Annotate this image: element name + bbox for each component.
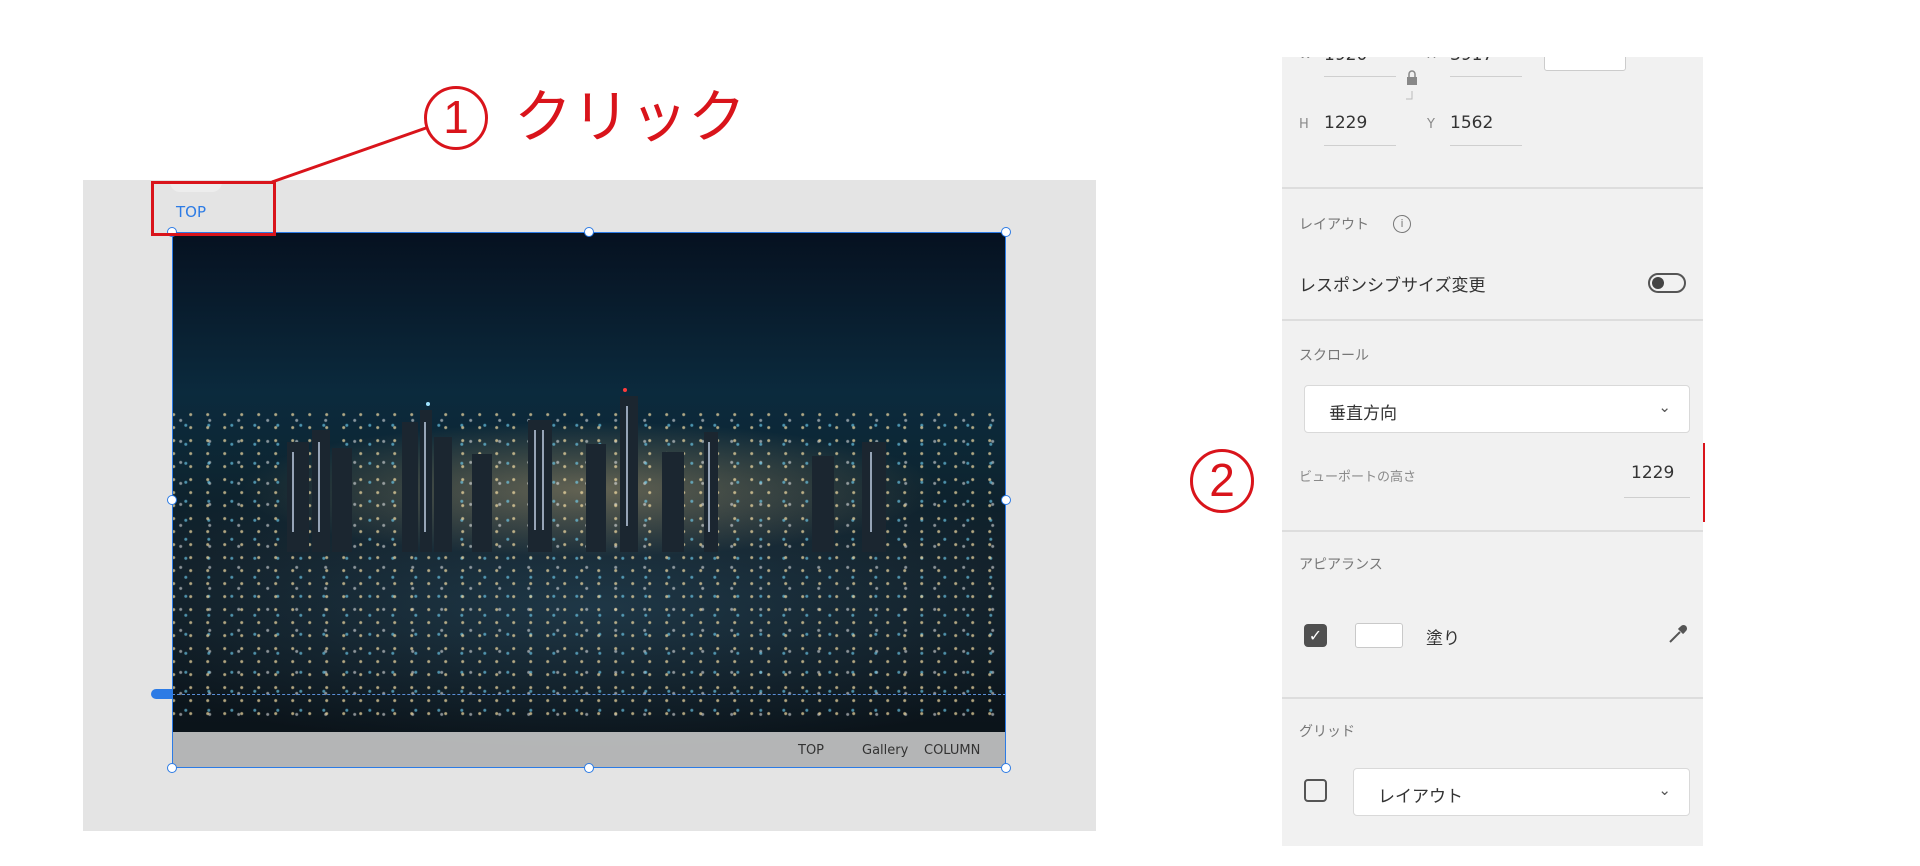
width-underline [1324,76,1396,77]
grid-section-title: グリッド [1299,724,1355,740]
resize-handle-l[interactable] [167,495,177,505]
height-underline [1324,145,1396,146]
x-value[interactable]: 3917 [1450,57,1493,65]
fill-color-swatch[interactable] [1355,623,1403,648]
height-label: H [1299,117,1309,132]
scroll-direction-value: 垂直方向 [1329,404,1397,424]
toggle-knob [1652,277,1664,289]
selection-outline [172,232,1006,768]
transform-buttons[interactable] [1544,57,1626,71]
responsive-resize-label: レスポンシブサイズ変更 [1299,276,1486,296]
chevron-down-icon: ⌄ [1658,398,1671,416]
eyedropper-icon[interactable] [1666,622,1690,646]
width-label: W [1299,57,1312,62]
viewport-height-underline [1624,497,1690,498]
resize-handle-br[interactable] [1001,763,1011,773]
annotation-step2-number: 2 [1190,449,1254,513]
info-icon[interactable]: i [1393,215,1411,233]
annotation-leader-line [271,126,427,184]
responsive-resize-toggle[interactable] [1648,273,1686,293]
scroll-marker-handle[interactable] [151,689,173,699]
lock-icon[interactable] [1402,67,1422,107]
divider [1282,530,1703,532]
fill-label: 塗り [1426,629,1460,649]
appearance-section-title: アピアランス [1299,557,1383,573]
divider [1282,697,1703,699]
y-value[interactable]: 1562 [1450,113,1493,133]
divider [1282,187,1703,189]
annotation-box-step1 [151,181,276,236]
checkmark-icon: ✓ [1308,626,1323,645]
fill-checkbox[interactable]: ✓ [1304,624,1327,647]
grid-checkbox[interactable] [1304,779,1327,802]
chevron-down-icon: ⌄ [1658,781,1671,799]
layout-section-title: レイアウト [1299,217,1369,233]
resize-handle-b[interactable] [584,763,594,773]
y-label: Y [1427,117,1435,132]
grid-type-value: レイアウト [1378,787,1463,807]
x-underline [1450,76,1522,77]
viewport-height-value[interactable]: 1229 [1631,463,1674,483]
width-value[interactable]: 1920 [1324,57,1367,65]
annotation-step1-text: クリック [514,83,747,151]
scroll-section-title: スクロール [1299,348,1369,364]
properties-panel: W 1920 X 3917 H 1229 Y 1562 レイアウト i レスポン… [1282,57,1703,846]
scroll-direction-dropdown[interactable]: 垂直方向 ⌄ [1304,385,1690,433]
x-label: X [1427,57,1436,62]
y-underline [1450,145,1522,146]
resize-handle-bl[interactable] [167,763,177,773]
height-value[interactable]: 1229 [1324,113,1367,133]
divider [1282,319,1703,321]
resize-handle-r[interactable] [1001,495,1011,505]
viewport-height-label: ビューポートの高さ [1299,470,1417,485]
resize-handle-t[interactable] [584,227,594,237]
annotation-step1-number: 1 [424,86,488,150]
grid-type-dropdown[interactable]: レイアウト ⌄ [1353,768,1690,816]
resize-handle-tr[interactable] [1001,227,1011,237]
